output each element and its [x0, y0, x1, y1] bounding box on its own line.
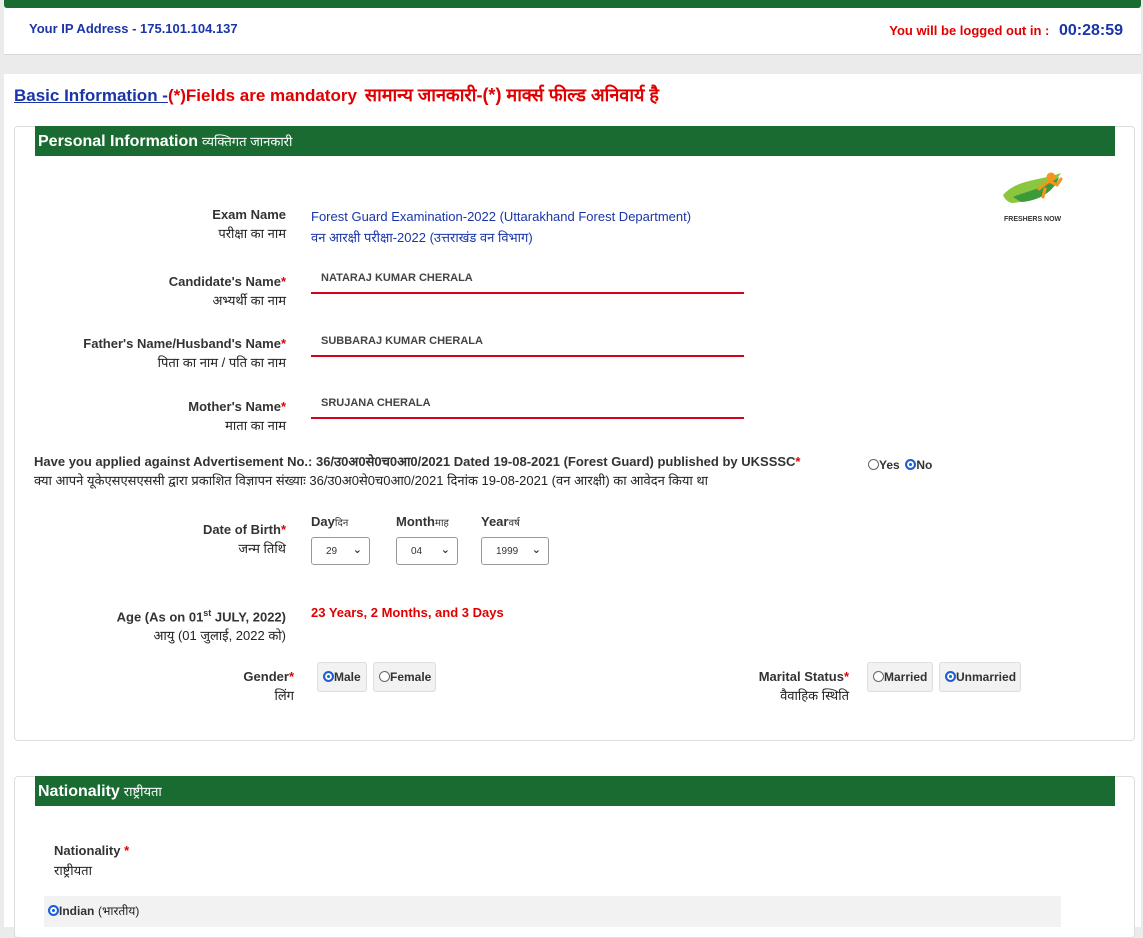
chevron-down-icon: ⌄	[352, 544, 362, 556]
gender-label: Gender* लिंग	[243, 669, 294, 703]
nationality-title: Nationality	[38, 783, 120, 800]
radio-no-label: No	[916, 458, 933, 472]
mandatory-note: (*)Fields are mandatory	[167, 86, 357, 105]
mandatory-note-hindi: सामान्य जानकारी-(*) मार्क्स फील्ड अनिवार…	[364, 85, 659, 105]
logout-label: You will be logged out in :	[889, 23, 1050, 38]
advertisement-question: Have you applied against Advertisement N…	[34, 454, 801, 488]
nationality-indian-option[interactable]: Indian (भारतीय)	[48, 902, 139, 919]
radio-female[interactable]	[379, 671, 390, 682]
radio-unmarried[interactable]	[945, 671, 956, 682]
age-value: 23 Years, 2 Months, and 3 Days	[311, 605, 504, 620]
candidate-name-field[interactable]: NATARAJ KUMAR CHERALA	[311, 266, 744, 294]
logout-timer: You will be logged out in : 00:28:59	[889, 22, 1123, 40]
nationality-label: Nationality * राष्ट्रीयता	[54, 843, 130, 878]
gender-female-option[interactable]: Female	[373, 662, 436, 692]
radio-indian[interactable]	[48, 905, 59, 916]
chevron-down-icon: ⌄	[531, 544, 541, 556]
exam-name-value: Forest Guard Examination-2022 (Uttarakha…	[311, 209, 692, 245]
radio-married[interactable]	[873, 671, 884, 682]
advertisement-radio-group: Yes No	[868, 457, 932, 472]
section-title: Personal Information	[38, 133, 199, 150]
section-title-hindi: व्यक्तिगत जानकारी	[202, 134, 293, 149]
form-container: Basic Information -(*)Fields are mandato…	[4, 74, 1141, 938]
gender-male-option[interactable]: Male	[317, 662, 367, 692]
year-select[interactable]: 1999 ⌄	[481, 537, 549, 565]
nationality-header: Nationality राष्ट्रीयता	[35, 776, 1115, 806]
mother-name-field[interactable]: SRUJANA CHERALA	[311, 391, 744, 419]
nationality-option-row: Indian (भारतीय)	[44, 896, 1061, 927]
radio-male[interactable]	[323, 671, 334, 682]
personal-info-header: Personal Information व्यक्तिगत जानकारी	[35, 126, 1115, 156]
day-select[interactable]: 29 ⌄	[311, 537, 370, 565]
month-label: Monthमाह	[396, 514, 449, 529]
top-accent-bar	[4, 0, 1141, 8]
ip-address: Your IP Address - 175.101.104.137	[29, 21, 238, 36]
day-label: Dayदिन	[311, 514, 349, 529]
marital-unmarried-option[interactable]: Unmarried	[939, 662, 1021, 692]
father-name-field[interactable]: SUBBARAJ KUMAR CHERALA	[311, 329, 744, 357]
basic-info-link[interactable]: Basic Information -	[14, 86, 168, 105]
radio-yes-label: Yes	[879, 458, 900, 472]
mother-name-label: Mother's Name* माता का नाम	[188, 399, 286, 433]
radio-no[interactable]	[905, 459, 917, 470]
session-bar: Your IP Address - 175.101.104.137 You wi…	[4, 8, 1141, 55]
timer-value: 00:28:59	[1058, 22, 1123, 39]
age-label: Age (As on 01st JULY, 2022) आयु (01 जुला…	[116, 608, 286, 644]
logo-graphic	[1003, 172, 1063, 203]
year-label: Yearवर्ष	[481, 514, 520, 529]
personal-info-panel: Personal Information व्यक्तिगत जानकारी FR…	[14, 126, 1135, 741]
dob-label: Date of Birth* जन्म तिथि	[202, 522, 286, 556]
freshers-now-logo: FRESHERS NOW	[999, 167, 1069, 227]
nationality-title-hindi: राष्ट्रीयता	[123, 784, 162, 799]
basic-info-heading: Basic Information -(*)Fields are mandato…	[14, 83, 659, 107]
exam-name-label: Exam Name परीक्षा का नाम	[212, 207, 286, 241]
father-name-label: Father's Name/Husband's Name* पिता का ना…	[83, 336, 286, 370]
radio-yes[interactable]	[868, 459, 879, 470]
month-select[interactable]: 04 ⌄	[396, 537, 458, 565]
marital-status-label: Marital Status* वैवाहिक स्थिति	[758, 669, 849, 703]
logo-text: FRESHERS NOW	[1004, 216, 1062, 223]
marital-married-option[interactable]: Married	[867, 662, 933, 692]
candidate-name-label: Candidate's Name* अभ्यर्थी का नाम	[168, 274, 286, 308]
chevron-down-icon: ⌄	[440, 544, 450, 556]
